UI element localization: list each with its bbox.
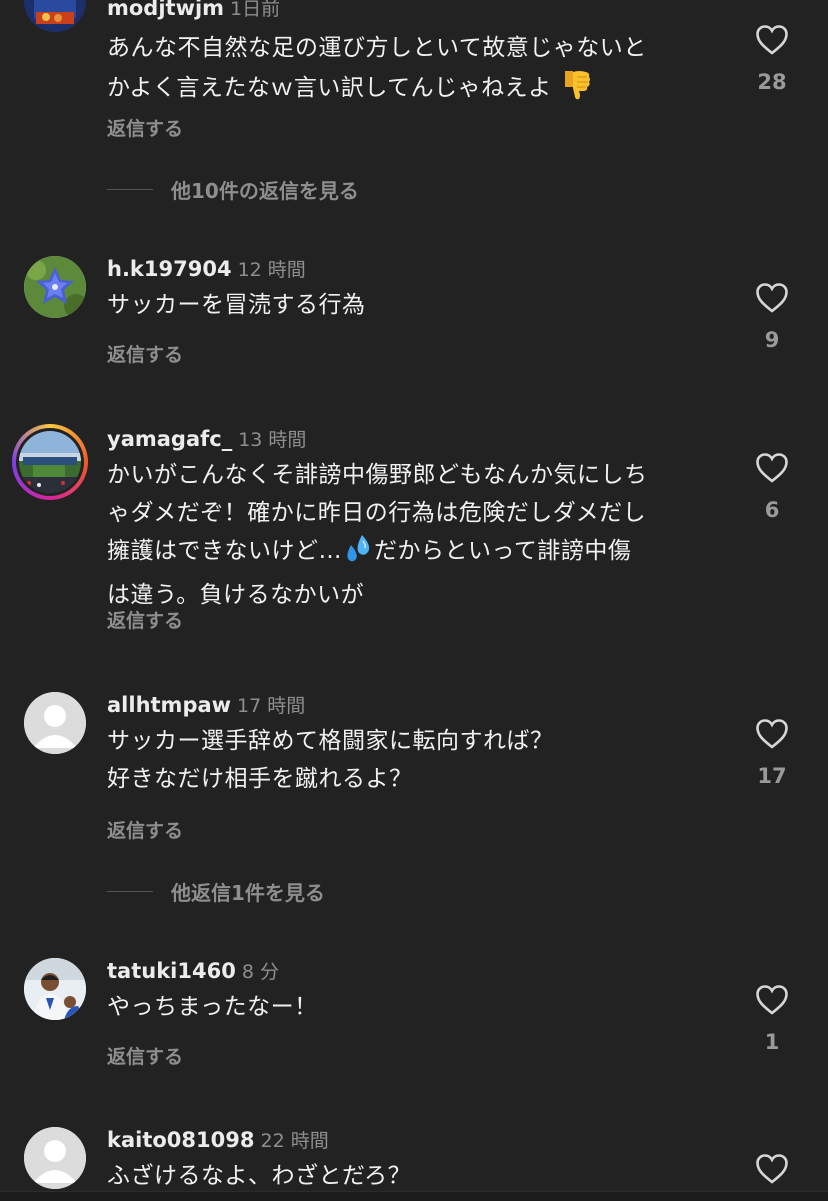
comment-text-line: は違う。負けるなかいが	[107, 582, 365, 608]
reply-button[interactable]: 返信する	[107, 606, 183, 633]
bottom-edge	[0, 1191, 828, 1201]
comment-header: yamagafc_ 13 時間	[107, 425, 306, 452]
view-more-replies[interactable]: 他返信1件を見る	[107, 877, 325, 906]
heart-icon	[756, 719, 788, 749]
like-count: 1	[764, 1030, 780, 1054]
comment-text-line: サッカー選手辞めて格闘家に転向すれば？	[107, 728, 554, 754]
comment-text: あんな不自然な足の運び方しといて故意じゃないと かよく言えたなｗ言い訳してんじゃ…	[107, 29, 717, 113]
comment-text-line: ゃダメだぞ！確かに昨日の行為は危険だしダメだし	[107, 500, 647, 526]
reply-button[interactable]: 返信する	[107, 1042, 183, 1069]
reply-button[interactable]: 返信する	[107, 340, 183, 367]
thumbs-down-emoji-icon	[559, 67, 593, 113]
story-ring-avatar[interactable]	[12, 424, 88, 500]
comment-text-line: 擁護はできないけど… だからといって誹謗中傷	[107, 532, 717, 576]
heart-icon	[756, 453, 788, 483]
reply-button[interactable]: 返信する	[107, 816, 183, 843]
timestamp: 22 時間	[260, 1130, 329, 1152]
avatar[interactable]	[24, 1127, 86, 1189]
view-more-replies[interactable]: 他10件の返信を見る	[107, 175, 359, 204]
view-more-replies-label[interactable]: 他返信1件を見る	[171, 877, 325, 906]
comment-header: kaito081098 22 時間	[107, 1126, 329, 1153]
comment-text: やっちまったなー！	[107, 994, 318, 1020]
comment-text: サッカー選手辞めて格闘家に転向すれば？ 好きなだけ相手を蹴れるよ？	[107, 722, 717, 798]
comment-text-line: 好きなだけ相手を蹴れるよ？	[107, 766, 413, 792]
heart-icon	[756, 283, 788, 313]
username[interactable]: modjtwjm	[107, 0, 224, 20]
divider-line	[107, 189, 153, 190]
avatar[interactable]	[24, 256, 86, 318]
timestamp: 17 時間	[237, 695, 306, 717]
comment-header: tatuki1460 8 分	[107, 957, 279, 984]
heart-icon	[756, 1154, 788, 1184]
comment-text: ふざけるなよ、わざとだろ？	[107, 1163, 412, 1189]
comment-text: サッカーを冒涜する行為	[107, 292, 366, 318]
like-button[interactable]	[752, 1153, 792, 1185]
comment-header: h.k197904 12 時間	[107, 255, 306, 282]
username[interactable]: h.k197904	[107, 257, 232, 281]
story-ring	[16, 428, 84, 496]
like-button[interactable]: 6	[752, 452, 792, 522]
avatar	[19, 431, 81, 493]
like-button[interactable]: 28	[752, 24, 792, 94]
username[interactable]: tatuki1460	[107, 959, 236, 983]
comment-text: かいがこんなくそ誹謗中傷野郎どもなんか気にしち ゃダメだぞ！確かに昨日の行為は危…	[107, 456, 717, 614]
comment-header: modjtwjm 1日前	[107, 0, 280, 21]
timestamp: 13 時間	[238, 429, 307, 451]
comment-header: allhtmpaw 17 時間	[107, 691, 305, 718]
heart-icon	[756, 25, 788, 55]
view-more-replies-label[interactable]: 他10件の返信を見る	[171, 175, 359, 204]
like-count: 28	[757, 70, 787, 94]
like-count: 6	[764, 498, 780, 522]
username[interactable]: yamagafc_	[107, 427, 232, 451]
reply-button[interactable]: 返信する	[107, 114, 183, 141]
username[interactable]: kaito081098	[107, 1128, 254, 1152]
divider-line	[107, 891, 153, 892]
avatar[interactable]: 一	[24, 0, 86, 32]
avatar[interactable]	[24, 692, 86, 754]
sweat-droplets-emoji-icon	[342, 532, 374, 576]
heart-icon	[756, 985, 788, 1015]
like-count: 17	[757, 764, 787, 788]
comment-text-line: かいがこんなくそ誹謗中傷野郎どもなんか気にしち	[107, 462, 648, 488]
timestamp: 12 時間	[237, 259, 306, 281]
timestamp: 8 分	[241, 961, 279, 983]
like-button[interactable]: 17	[752, 718, 792, 788]
like-count: 9	[764, 328, 780, 352]
like-button[interactable]: 9	[752, 282, 792, 352]
comment-text-line: あんな不自然な足の運び方しといて故意じゃないと	[107, 35, 647, 61]
timestamp: 1日前	[230, 0, 281, 20]
like-button[interactable]: 1	[752, 984, 792, 1054]
svg-text:一: 一	[44, 0, 66, 12]
comment-text-line: かよく言えたなｗ言い訳してんじゃねえよ	[107, 67, 717, 113]
username[interactable]: allhtmpaw	[107, 693, 231, 717]
avatar[interactable]	[24, 958, 86, 1020]
